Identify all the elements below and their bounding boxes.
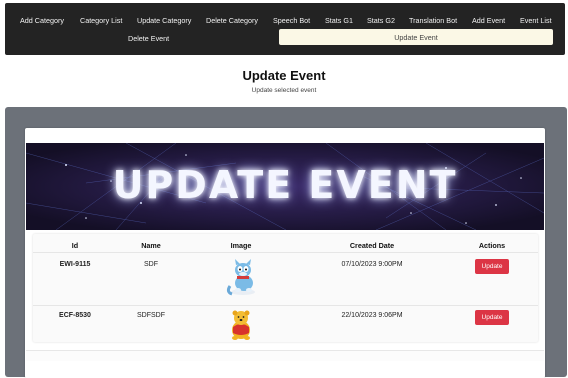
row-divider xyxy=(33,305,538,306)
nav-delete-event[interactable]: Delete Event xyxy=(128,34,169,43)
events-table xyxy=(33,234,538,342)
nav-category-list[interactable]: Category List xyxy=(80,16,122,25)
nav-delete-category[interactable]: Delete Category xyxy=(206,16,258,25)
row1-id: EWI-9115 xyxy=(59,261,91,268)
col-header-image: Image xyxy=(230,241,252,250)
row1-update-button[interactable]: Update xyxy=(475,259,509,274)
row1-created-date: 07/10/2023 9:00PM xyxy=(341,261,403,268)
page-subtitle: Update selected event xyxy=(251,87,317,94)
nav-speech-bot[interactable]: Speech Bot xyxy=(273,16,310,25)
nav-add-event[interactable]: Add Event xyxy=(472,16,505,25)
nav-translation-bot[interactable]: Translation Bot xyxy=(409,16,457,25)
cartoon-cat-icon xyxy=(226,259,255,296)
nav-update-event-active[interactable]: Update Event xyxy=(279,29,553,45)
nav-add-category[interactable]: Add Category xyxy=(20,16,64,25)
col-header-actions: Actions xyxy=(478,241,506,250)
row2-name: SDFSDF xyxy=(137,312,165,319)
row2-id: ECF-8530 xyxy=(59,312,91,319)
nav-stats-g2[interactable]: Stats G2 xyxy=(367,16,395,25)
row2-update-button[interactable]: Update xyxy=(475,310,509,325)
col-header-created-date: Created Date xyxy=(349,241,395,250)
row1-name: SDF xyxy=(144,261,158,268)
banner-title: UPDATE EVENT xyxy=(112,163,458,207)
nav-event-list[interactable]: Event List xyxy=(520,16,552,25)
col-header-name: Name xyxy=(141,241,161,250)
cartoon-bear-icon xyxy=(232,310,250,340)
col-header-id: Id xyxy=(71,241,79,250)
page-title: Update Event xyxy=(242,68,326,83)
nav-stats-g1[interactable]: Stats G1 xyxy=(325,16,353,25)
header-divider xyxy=(33,252,538,253)
nav-update-category[interactable]: Update Category xyxy=(137,16,191,25)
row2-created-date: 22/10/2023 9:06PM xyxy=(341,312,403,319)
card-footer xyxy=(26,350,544,361)
update-event-banner: UPDATE EVENT xyxy=(26,143,544,230)
